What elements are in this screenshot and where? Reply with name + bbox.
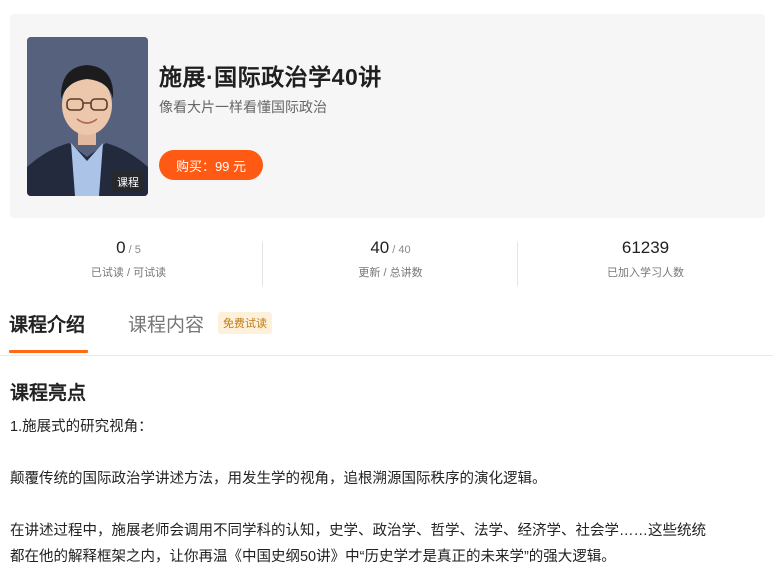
course-stats: 0 / 5 已试读 / 可试读 40 / 40 更新 / 总讲数 61239 已… [0, 238, 773, 288]
section-title: 课程亮点 [10, 383, 87, 404]
stat-learners-value: 61239 [621, 238, 670, 257]
stat-lectures-suffix: / 40 [389, 244, 411, 256]
paragraph: 颠覆传统的国际政治学讲述方法，用发生学的视角，追根溯源国际秩序的演化逻辑。 [10, 471, 547, 487]
stat-lectures-value: 40 [370, 238, 390, 257]
course-cover-image[interactable]: 课程 [27, 37, 148, 196]
stat-trial-suffix: / 5 [125, 244, 141, 256]
stat-learners-label: 已加入学习人数 [607, 267, 684, 279]
course-title: 施展·国际政治学40讲 [159, 64, 382, 90]
paragraph: 1.施展式的研究视角： [10, 419, 153, 435]
cover-badge: 课程 [112, 172, 144, 192]
stat-learners: 61239 已加入学习人数 [517, 238, 773, 280]
free-trial-badge: 免费试读 [218, 312, 272, 334]
stat-trial: 0 / 5 已试读 / 可试读 [0, 238, 257, 280]
tab-course-intro[interactable]: 课程介绍 [9, 310, 85, 337]
tab-course-content[interactable]: 课程内容 [128, 310, 204, 337]
active-tab-indicator [9, 350, 88, 353]
course-subtitle: 像看大片一样看懂国际政治 [159, 99, 327, 115]
stat-lectures-label: 更新 / 总讲数 [358, 267, 423, 279]
tabs-divider [0, 355, 773, 356]
course-tabs: 课程介绍 课程内容 免费试读 [0, 300, 773, 356]
stat-trial-value: 0 [116, 238, 126, 257]
stat-lectures: 40 / 40 更新 / 总讲数 [262, 238, 519, 280]
paragraph: 都在他的解释框架之内，让你再温《中国史纲50讲》中“历史学才是真正的未来学”的强… [10, 549, 616, 565]
stat-trial-label: 已试读 / 可试读 [90, 267, 167, 279]
buy-button[interactable]: 购买：99 元 [159, 150, 263, 180]
paragraph: 在讲述过程中，施展老师会调用不同学科的认知，史学、政治学、哲学、法学、经济学、社… [10, 523, 706, 539]
